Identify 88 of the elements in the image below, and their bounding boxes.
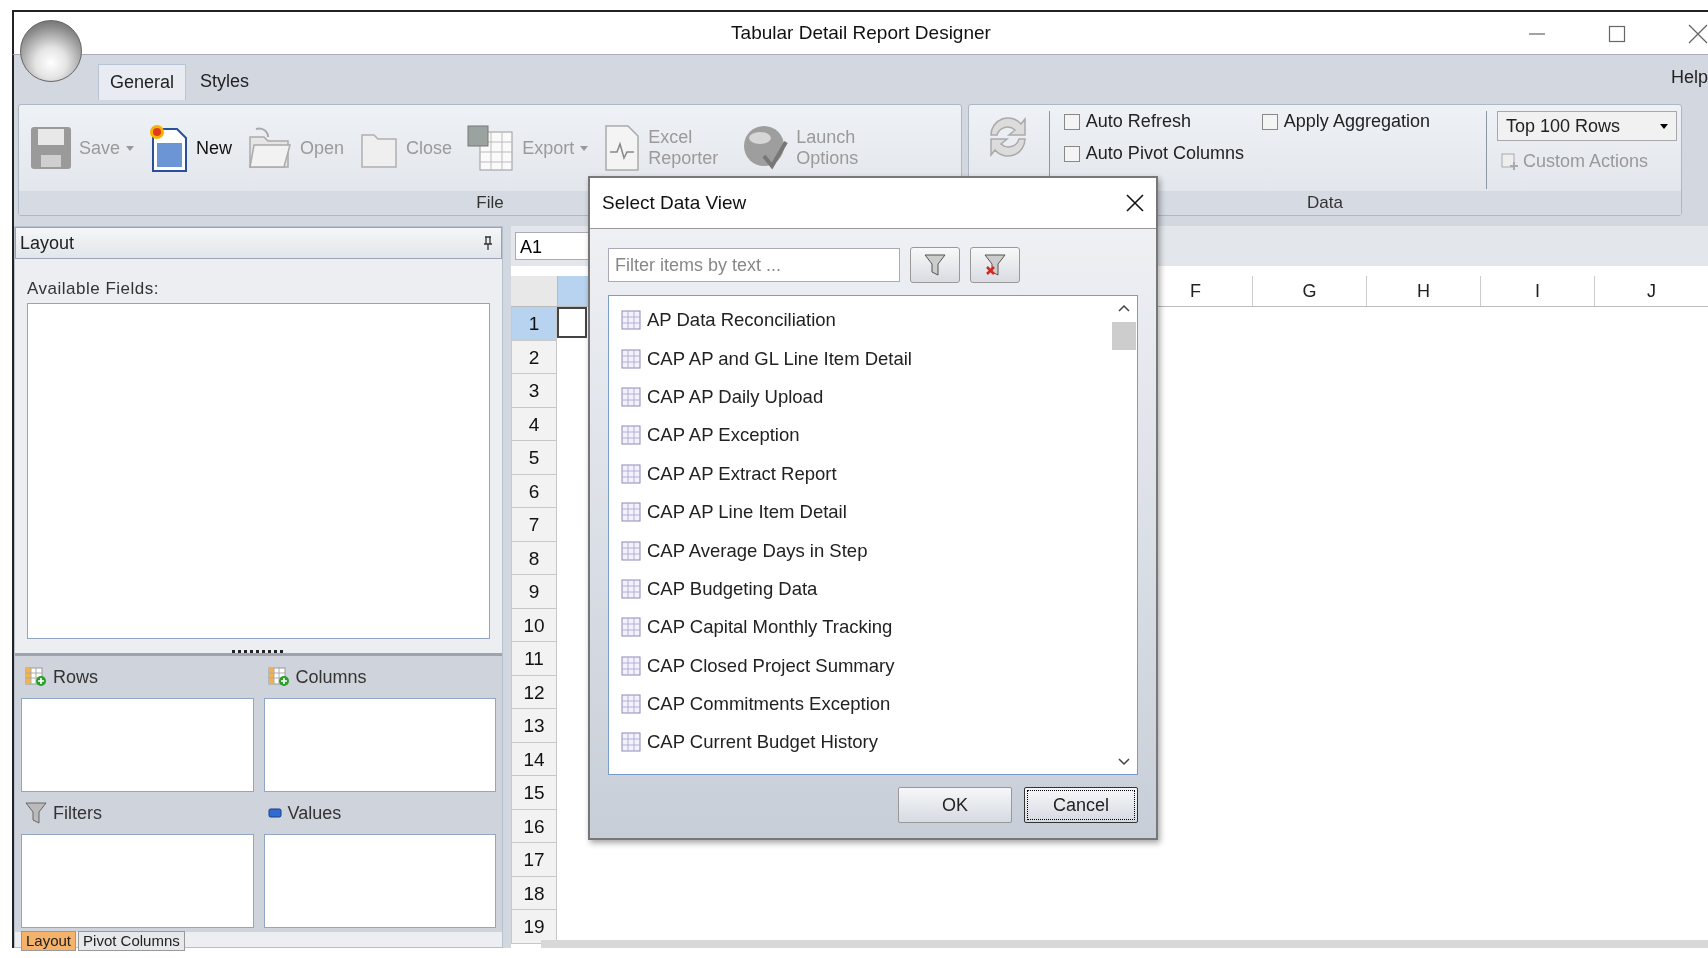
row-header[interactable]: 12 [511, 675, 557, 709]
row-header[interactable]: 7 [511, 508, 557, 542]
table-icon [621, 732, 641, 753]
table-icon [621, 694, 641, 715]
funnel-x-icon [984, 253, 1006, 277]
row-header[interactable]: 14 [511, 742, 557, 776]
row-header[interactable]: 4 [511, 407, 557, 441]
drop-zone[interactable] [263, 698, 496, 792]
table-icon [621, 655, 641, 676]
drop-zone[interactable] [21, 698, 254, 792]
caret-icon [126, 145, 135, 151]
table-icon [621, 425, 641, 446]
dialog-button[interactable]: Cancel [1024, 787, 1138, 823]
row-header[interactable]: 8 [511, 541, 557, 575]
drop-zone[interactable] [263, 834, 496, 928]
table-icon [621, 502, 641, 523]
list-item[interactable]: CAP AP and GL Line Item Detail [621, 339, 1111, 378]
caret-icon [580, 145, 589, 151]
zone-label: Columns [295, 666, 367, 688]
grid-add-icon [25, 667, 47, 687]
caret-icon [1660, 123, 1668, 129]
chevron-down-icon[interactable] [1118, 758, 1130, 766]
new-button[interactable]: New [146, 123, 235, 173]
zone-label: Rows [53, 666, 98, 688]
pin-icon[interactable] [483, 236, 493, 250]
list-item[interactable]: CAP AP Line Item Detail [621, 492, 1111, 532]
maximize-icon[interactable] [1608, 25, 1626, 43]
list-item[interactable]: CAP Current Budget History [621, 723, 1111, 762]
list-item[interactable]: CAP AP Exception [621, 416, 1111, 455]
table-icon [621, 310, 641, 331]
row-header[interactable]: 10 [511, 608, 557, 642]
filter-field[interactable]: Filter items by text ... [608, 248, 900, 282]
available-fields-list[interactable] [27, 303, 490, 639]
row-header[interactable]: 2 [511, 340, 557, 374]
dialog-button[interactable]: OK [898, 787, 1012, 823]
panel-title: Layout [20, 232, 75, 254]
selected-cell[interactable] [557, 307, 587, 338]
row-header[interactable]: 5 [511, 441, 557, 475]
table-icon [621, 578, 641, 599]
ribbon-tab[interactable]: General [98, 64, 187, 100]
row-header[interactable]: 18 [511, 876, 557, 910]
list-item[interactable]: CAP Commitments Exception [621, 684, 1111, 724]
table-icon [621, 463, 641, 484]
add-document-icon [1501, 152, 1519, 171]
rectangle-icon [267, 808, 282, 818]
dialog-title: Select Data View [602, 192, 747, 214]
chevron-up-icon[interactable] [1118, 304, 1130, 312]
scrollbar-thumb[interactable] [1112, 322, 1136, 350]
table-icon [621, 540, 641, 561]
clear-filter-button[interactable] [970, 247, 1020, 283]
funnel-icon [924, 253, 946, 277]
zone-label: Values [287, 802, 342, 824]
row-header[interactable]: 1 [511, 307, 557, 341]
row-header[interactable]: 9 [511, 575, 557, 609]
list-item[interactable]: CAP AP Daily Upload [621, 377, 1111, 417]
row-header[interactable]: 6 [511, 474, 557, 508]
grid-add-icon [267, 667, 290, 687]
close-icon[interactable] [1126, 194, 1144, 212]
filter-button[interactable] [910, 247, 960, 283]
list-item[interactable]: CAP AP Extract Report [621, 454, 1111, 493]
window-title: Tabular Detail Report Designer [731, 22, 991, 44]
scrollbar[interactable] [541, 940, 1708, 948]
list-item[interactable]: CAP Capital Monthly Tracking [621, 608, 1111, 647]
panel-tab[interactable]: Layout [21, 931, 77, 951]
ribbon-tab[interactable]: Styles [188, 63, 262, 100]
list-item[interactable]: CAP Closed Project Summary [621, 646, 1111, 685]
row-header[interactable]: 11 [511, 642, 557, 676]
drop-zone[interactable] [21, 834, 254, 928]
row-header[interactable]: 13 [511, 709, 557, 743]
panel-tab[interactable]: Pivot Columns [78, 931, 185, 951]
checkbox[interactable]: Auto Refresh [1063, 111, 1191, 132]
list-item[interactable]: CAP Budgeting Data [621, 569, 1111, 609]
funnel-icon [25, 801, 47, 825]
zone-label: Filters [53, 802, 102, 824]
row-header[interactable]: 3 [511, 374, 557, 408]
table-icon [621, 617, 641, 638]
rows-dropdown[interactable]: Top 100 Rows [1497, 111, 1677, 141]
help-menu[interactable]: Help [1670, 67, 1708, 88]
field-label: Available Fields: [26, 278, 160, 300]
checkbox-label: Auto Refresh [1085, 111, 1191, 132]
row-header[interactable]: 15 [511, 776, 557, 810]
table-icon [621, 386, 641, 407]
row-header[interactable]: 19 [511, 910, 557, 944]
row-header[interactable]: 17 [511, 843, 557, 877]
table-icon [621, 348, 641, 369]
list-item[interactable]: AP Data Reconciliation [621, 301, 1111, 340]
list-item[interactable]: CAP Average Days in Step [621, 531, 1111, 570]
row-header[interactable]: 16 [511, 809, 557, 843]
